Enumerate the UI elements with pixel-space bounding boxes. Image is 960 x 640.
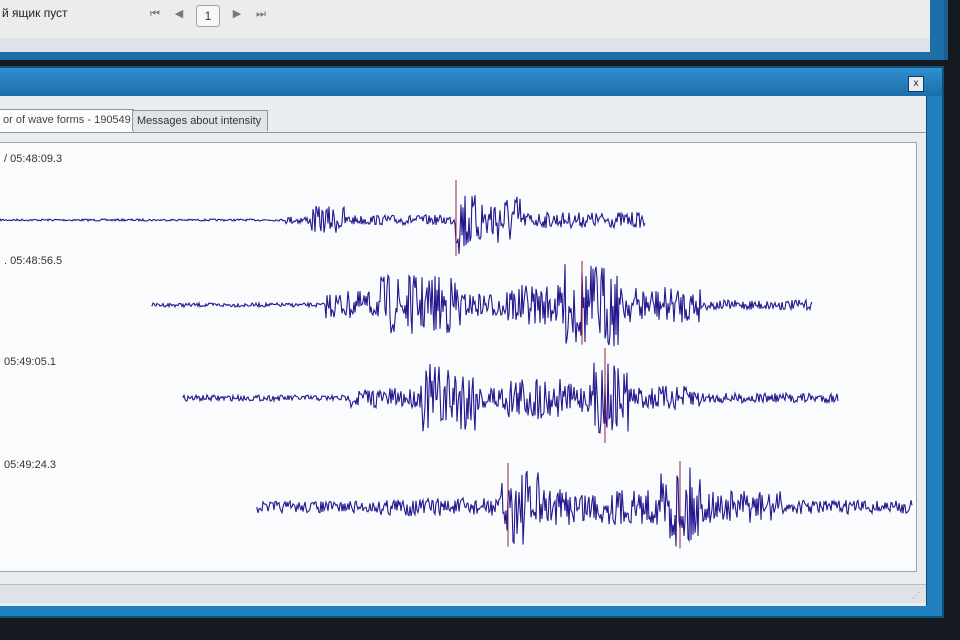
first-page-icon[interactable]: ⏮	[146, 5, 164, 23]
resize-grip-icon[interactable]: ⋰	[912, 591, 922, 601]
waveform-trace-4	[256, 467, 913, 547]
waveform-window: x or of wave forms - 190549 Messages abo…	[0, 66, 944, 618]
prev-page-icon[interactable]: ◀	[170, 5, 188, 23]
seismogram-plot	[0, 180, 913, 549]
page-number-field[interactable]: 1	[196, 5, 220, 27]
tab-divider	[0, 132, 926, 133]
inbox-status-text: й ящик пуст	[2, 6, 68, 20]
last-page-icon[interactable]: ⏭	[252, 5, 270, 23]
tab-wave-forms[interactable]: or of wave forms - 190549	[0, 109, 134, 132]
toolbar-lower-strip	[0, 38, 930, 52]
window-statusbar: ⋰	[0, 584, 926, 603]
window-client-area: or of wave forms - 190549 Messages about…	[0, 96, 927, 606]
waveform-trace-1	[0, 195, 646, 254]
waveform-trace-3	[182, 362, 839, 434]
waveform-trace-2	[151, 264, 813, 347]
waveform-panel: / 05:48:09.3 . 05:48:56.5 05:49:05.1 05:…	[0, 142, 917, 572]
next-page-icon[interactable]: ▶	[228, 5, 246, 23]
background-window: й ящик пуст ⏮ ◀ 1 ▶ ⏭	[0, 0, 948, 60]
close-button[interactable]: x	[908, 76, 924, 92]
tab-messages-intensity[interactable]: Messages about intensity	[132, 110, 268, 131]
window-titlebar[interactable]: x	[0, 68, 942, 96]
mailbox-toolbar: й ящик пуст ⏮ ◀ 1 ▶ ⏭	[0, 0, 930, 52]
